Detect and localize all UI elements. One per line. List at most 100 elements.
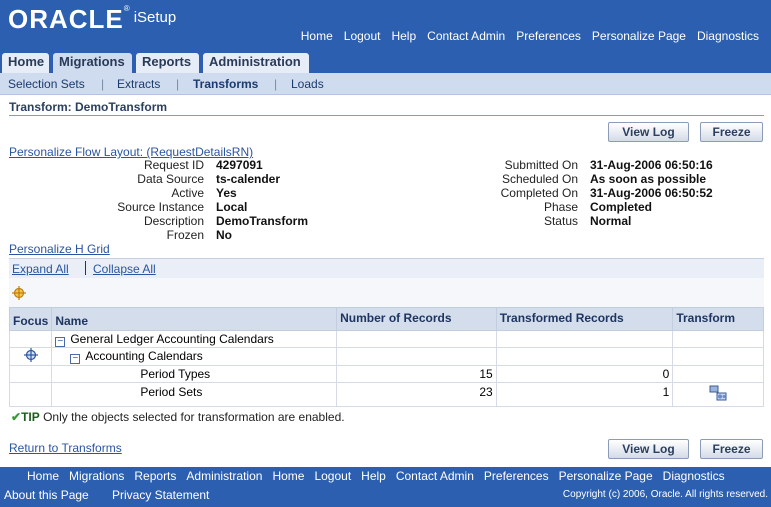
global-link-home[interactable]: Home [301, 29, 333, 43]
tab-migrations[interactable]: Migrations [53, 53, 132, 73]
expand-all-link[interactable]: Expand All [12, 262, 69, 276]
row-name: Accounting Calendars [85, 349, 203, 363]
name-cell: Period Types [51, 365, 338, 383]
global-link-contact-admin[interactable]: Contact Admin [427, 29, 505, 43]
row-name: Period Sets [140, 385, 203, 399]
table-row: − General Ledger Accounting Calendars [8, 330, 764, 348]
subtab-extracts[interactable]: Extracts [117, 77, 160, 91]
transform-cell [672, 330, 764, 348]
footer-link-diagnostics[interactable]: Diagnostics [663, 469, 725, 483]
data-source-label: Data Source [137, 172, 204, 186]
scheduled-on-value: As soon as possible [590, 172, 707, 186]
global-link-diagnostics[interactable]: Diagnostics [697, 29, 759, 43]
collapse-node-icon[interactable]: − [55, 336, 66, 347]
name-cell: − General Ledger Accounting Calendars [51, 330, 338, 348]
table-row: − Accounting Calendars [8, 347, 764, 366]
footer-link-migrations[interactable]: Migrations [69, 469, 124, 483]
global-link-personalize-page[interactable]: Personalize Page [592, 29, 686, 43]
global-link-logout[interactable]: Logout [344, 29, 381, 43]
tab-reports[interactable]: Reports [136, 53, 199, 73]
frozen-value: No [216, 228, 232, 242]
submitted-on-value: 31-Aug-2006 06:50:16 [590, 158, 713, 172]
tab-administration[interactable]: Administration [203, 53, 309, 73]
page-title: Transform: DemoTransform [9, 100, 168, 114]
column-header-transform: Transform [672, 307, 764, 331]
subtab-selection-sets[interactable]: Selection Sets [8, 77, 85, 91]
focus-cell [8, 382, 53, 407]
source-instance-label: Source Instance [117, 200, 204, 214]
footer-link-personalize-page[interactable]: Personalize Page [559, 469, 653, 483]
active-label: Active [171, 186, 204, 200]
subtab-separator: | [176, 77, 180, 91]
personalize-flow-layout-link[interactable]: Personalize Flow Layout: (RequestDetails… [9, 145, 253, 159]
global-link-help[interactable]: Help [391, 29, 416, 43]
transform-grid: Focus Name Number of Records Transformed… [8, 307, 764, 407]
focus-cell [8, 330, 53, 348]
collapse-all-link[interactable]: Collapse All [93, 262, 156, 276]
oracle-logo: ORACLE®iSetup [8, 4, 176, 35]
view-log-button[interactable]: View Log [608, 122, 689, 142]
records-cell [336, 330, 497, 348]
footer-link-home-2[interactable]: Home [272, 469, 304, 483]
tip-prefix: TIP [21, 410, 40, 424]
subtab-transforms[interactable]: Transforms [193, 77, 258, 91]
table-header-row: Focus Name Number of Records Transformed… [8, 307, 764, 331]
footer-link-reports[interactable]: Reports [134, 469, 176, 483]
status-value: Normal [590, 214, 632, 228]
subtab-bar: Selection Sets | Extracts | Transforms |… [0, 73, 771, 95]
focus-root-icon[interactable] [12, 286, 26, 303]
table-row: Period Sets 23 1 [8, 382, 764, 407]
records-cell [336, 347, 497, 366]
tab-bar: Home Migrations Reports Administration [0, 51, 771, 73]
page-footer: Home Migrations Reports Administration H… [0, 467, 771, 507]
copyright-text: Copyright (c) 2006, Oracle. All rights r… [562, 489, 768, 500]
transformed-cell [495, 347, 674, 366]
column-header-transformed-records: Transformed Records [495, 307, 674, 331]
footer-link-contact-admin[interactable]: Contact Admin [396, 469, 474, 483]
focus-root-bar [9, 278, 764, 307]
footer-link-home[interactable]: Home [27, 469, 59, 483]
product-name: iSetup [133, 9, 177, 26]
name-cell: − Accounting Calendars [51, 347, 338, 366]
check-icon: ✔ [11, 410, 22, 424]
data-source-value: ts-calender [216, 172, 281, 186]
privacy-statement-link[interactable]: Privacy Statement [112, 488, 209, 502]
description-value: DemoTransform [216, 214, 309, 228]
completed-on-label: Completed On [500, 186, 578, 200]
hgrid-toolbar: Expand All Collapse All [9, 258, 764, 278]
phase-label: Phase [543, 200, 578, 214]
footer-link-administration[interactable]: Administration [186, 469, 262, 483]
about-this-page-link[interactable]: About this Page [4, 488, 89, 502]
tab-home[interactable]: Home [2, 53, 49, 73]
title-divider [9, 115, 764, 116]
freeze-button-bottom[interactable]: Freeze [700, 439, 763, 459]
subtab-loads[interactable]: Loads [291, 77, 324, 91]
personalize-hgrid-link[interactable]: Personalize H Grid [9, 242, 110, 256]
request-id-label: Request ID [143, 158, 204, 172]
logo-wordmark: ORACLE [8, 4, 124, 34]
phase-value: Completed [590, 200, 653, 214]
view-log-button-bottom[interactable]: View Log [608, 439, 689, 459]
global-link-preferences[interactable]: Preferences [516, 29, 581, 43]
toolbar-divider [85, 261, 86, 275]
return-to-transforms-link[interactable]: Return to Transforms [9, 441, 122, 455]
transform-icon[interactable] [709, 385, 727, 404]
submitted-on-label: Submitted On [504, 158, 578, 172]
collapse-node-icon[interactable]: − [70, 354, 81, 364]
status-label: Status [543, 214, 578, 228]
name-cell: Period Sets [51, 382, 338, 407]
footer-links: Home Migrations Reports Administration H… [27, 469, 735, 483]
app-header: ORACLE®iSetup Home Logout Help Contact A… [0, 0, 771, 51]
column-header-number-of-records: Number of Records [336, 307, 497, 331]
focus-icon[interactable] [23, 348, 38, 365]
freeze-button[interactable]: Freeze [700, 122, 763, 142]
column-header-focus: Focus [8, 307, 53, 331]
records-cell: 15 [336, 365, 497, 383]
row-name: General Ledger Accounting Calendars [70, 331, 274, 346]
footer-link-logout[interactable]: Logout [314, 469, 351, 483]
footer-link-help[interactable]: Help [361, 469, 386, 483]
transform-cell [672, 382, 764, 407]
tip-message: ✔TIP Only the objects selected for trans… [11, 410, 345, 424]
footer-link-preferences[interactable]: Preferences [484, 469, 549, 483]
subtab-separator: | [101, 77, 105, 91]
